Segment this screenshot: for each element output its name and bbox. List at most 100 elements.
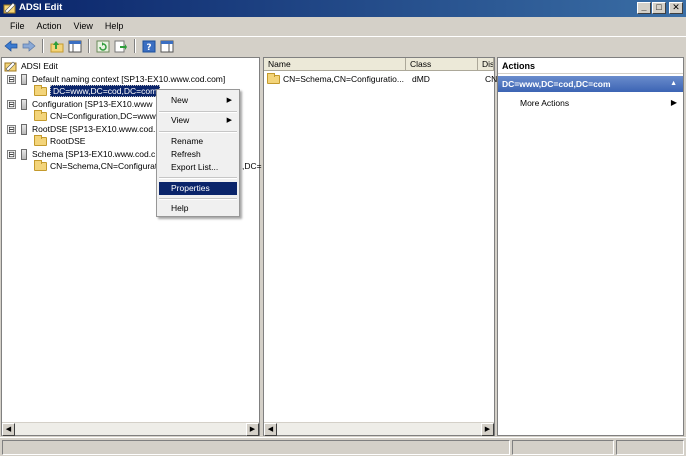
collapse-toggle[interactable]: ⊟ [7, 149, 16, 159]
folder-icon [34, 84, 47, 96]
server-icon [21, 73, 27, 85]
maximize-button[interactable]: □ [652, 2, 666, 14]
menu-item-label: Properties [171, 183, 210, 193]
tree-node-configuration[interactable]: ⊟ Configuration [SP13-EX10.www [7, 98, 152, 110]
server-icon [21, 148, 27, 160]
refresh-button[interactable] [95, 39, 111, 54]
collapse-icon[interactable]: ▲ [670, 76, 677, 92]
status-bar [0, 437, 686, 456]
collapse-toggle[interactable]: ⊟ [7, 124, 16, 134]
collapse-toggle[interactable]: ⊟ [7, 99, 16, 109]
adsi-edit-icon [4, 61, 17, 71]
tree-node-default-naming-context[interactable]: ⊟ Default naming context [SP13-EX10.www.… [7, 73, 225, 85]
menu-item-label: View [171, 115, 190, 125]
scroll-left-button[interactable]: ◀ [264, 423, 277, 436]
list-horizontal-scrollbar[interactable]: ◀ ▶ [264, 422, 494, 436]
folder-up-icon [50, 40, 64, 52]
menu-view[interactable]: View [68, 21, 99, 31]
tree-node-cn-configuration[interactable]: CN=Configuration,DC=www [34, 109, 156, 122]
status-cell-tertiary [616, 440, 684, 455]
scroll-right-button[interactable]: ▶ [481, 423, 494, 436]
window-title: ADSI Edit [19, 2, 63, 13]
more-actions-label: More Actions [520, 98, 570, 108]
tree-horizontal-scrollbar[interactable]: ◀ ▶ [2, 422, 259, 436]
server-icon [21, 123, 27, 135]
scroll-right-button[interactable]: ▶ [246, 423, 259, 436]
actions-pane: Actions DC=www,DC=cod,DC=com ▲ More Acti… [497, 57, 684, 436]
toolbar: ? [0, 36, 686, 55]
submenu-arrow-icon: ▶ [226, 97, 232, 104]
context-menu-properties[interactable]: Properties [159, 182, 237, 195]
tree-node-label-tail: ,DC= [242, 161, 262, 171]
more-actions-item[interactable]: More Actions ▶ [520, 96, 679, 110]
help-icon: ? [142, 40, 156, 53]
results-list-pane[interactable]: Name Class Dis CN=Schema,CN=Configuratio… [263, 57, 497, 436]
tree-node-dc-www-cod-com[interactable]: DC=www,DC=cod,DC=com [34, 84, 161, 97]
column-header-distinguished-name[interactable]: Dis [478, 58, 494, 71]
console-tree-icon [68, 40, 82, 52]
submenu-arrow-icon: ▶ [670, 98, 677, 107]
adsi-edit-app-icon [3, 2, 16, 14]
tree-node-label: Default naming context [SP13-EX10.www.co… [32, 74, 226, 84]
export-list-button[interactable] [113, 39, 129, 54]
up-one-level-button[interactable] [49, 39, 65, 54]
actions-title: Actions [498, 58, 683, 74]
column-header-name[interactable]: Name [264, 58, 406, 71]
help-button[interactable]: ? [141, 39, 157, 54]
tree-node-rootdse[interactable]: RootDSE [34, 134, 86, 147]
show-hide-console-tree-button[interactable] [67, 39, 83, 54]
status-cell-main [2, 440, 510, 455]
menu-file[interactable]: File [4, 21, 31, 31]
list-item-name: CN=Schema,CN=Configuratio... [283, 74, 404, 84]
folder-icon [267, 72, 280, 84]
tree-node-rootdse-server[interactable]: ⊟ RootDSE [SP13-EX10.www.cod. [7, 123, 155, 135]
list-item-class: dMD [412, 74, 430, 84]
title-bar: ADSI Edit _ □ ✕ [0, 0, 686, 17]
context-menu-refresh[interactable]: Refresh [159, 148, 237, 161]
forward-button[interactable] [21, 39, 37, 54]
context-menu-view[interactable]: View ▶ [159, 114, 237, 127]
actions-section-label: DC=www,DC=cod,DC=com [502, 79, 611, 89]
menu-action[interactable]: Action [31, 21, 68, 31]
context-menu-help[interactable]: Help [159, 202, 237, 215]
actions-section-header[interactable]: DC=www,DC=cod,DC=com ▲ [498, 76, 683, 92]
minimize-button[interactable]: _ [637, 2, 651, 14]
menu-separator [159, 111, 237, 113]
folder-icon [34, 134, 47, 146]
menu-help[interactable]: Help [99, 21, 130, 31]
close-button[interactable]: ✕ [669, 2, 683, 14]
tree-node-schema[interactable]: ⊟ Schema [SP13-EX10.www.cod.c [7, 148, 155, 160]
context-menu-export-list[interactable]: Export List... [159, 161, 237, 174]
tree-node-label: CN=Configuration,DC=www [50, 111, 156, 121]
context-menu-rename[interactable]: Rename [159, 135, 237, 148]
menu-item-label: Refresh [171, 149, 201, 159]
toolbar-separator [42, 39, 44, 53]
menu-item-label: Rename [171, 136, 204, 146]
submenu-arrow-icon: ▶ [226, 117, 232, 124]
tree-node-label: Schema [SP13-EX10.www.cod.c [32, 149, 156, 159]
menu-bar: File Action View Help [0, 17, 686, 35]
toolbar-separator [134, 39, 136, 53]
back-arrow-icon [4, 40, 18, 52]
tree-root[interactable]: ADSI Edit [4, 60, 58, 72]
menu-separator [159, 198, 237, 200]
toolbar-separator [88, 39, 90, 53]
tree-node-label: RootDSE [SP13-EX10.www.cod. [32, 124, 156, 134]
tree-node-label: RootDSE [50, 136, 86, 146]
collapse-toggle[interactable]: ⊟ [7, 74, 16, 84]
tree-node-cn-schema-overflow: ,DC= [242, 160, 262, 172]
context-menu: New ▶ View ▶ Rename Refresh Export List.… [156, 89, 240, 217]
tree-node-label-selected: DC=www,DC=cod,DC=com [50, 85, 161, 97]
tree-root-label: ADSI Edit [21, 61, 58, 71]
menu-item-label: Help [171, 203, 189, 213]
tree-node-cn-schema[interactable]: CN=Schema,CN=Configurat [34, 159, 157, 172]
back-button[interactable] [3, 39, 19, 54]
context-menu-new[interactable]: New ▶ [159, 94, 237, 107]
column-header-class[interactable]: Class [406, 58, 478, 71]
scroll-left-button[interactable]: ◀ [2, 423, 15, 436]
list-item[interactable]: CN=Schema,CN=Configuratio... dMD CN [267, 72, 499, 85]
action-pane-icon [160, 40, 174, 52]
folder-icon [34, 159, 47, 171]
show-hide-action-pane-button[interactable] [159, 39, 175, 54]
folder-icon [34, 109, 47, 121]
